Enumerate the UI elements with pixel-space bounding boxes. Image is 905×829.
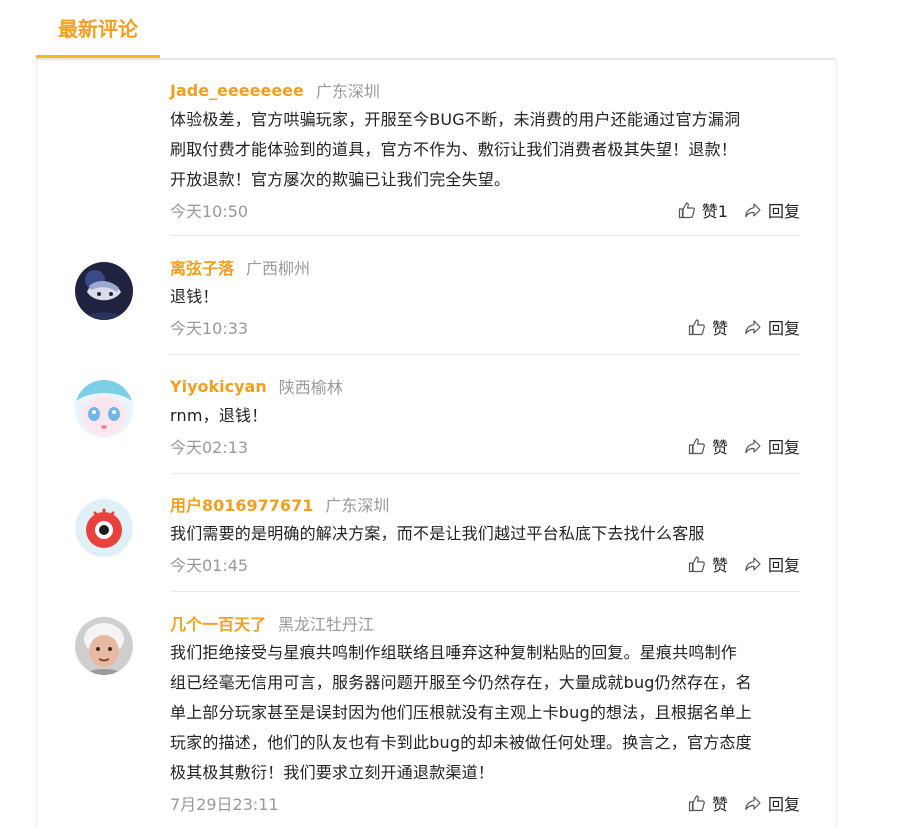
comment-item: 离弦子落 广西柳州 退钱！ 今天10:33 赞 回复 [75, 252, 800, 342]
like-label: 赞1 [701, 202, 728, 221]
divider [170, 235, 800, 236]
reply-arrow-icon [745, 439, 761, 454]
comment-time: 今天10:33 [170, 319, 249, 338]
comment-item: Jade_eeeeeeee 广东深圳 体验极差，官方哄骗玩家，开服至今BUG不断… [170, 75, 800, 225]
tab-latest-comments[interactable]: 最新评论 [36, 0, 160, 58]
comment-time: 今天01:45 [170, 556, 249, 575]
comment-location: 陕西榆林 [278, 378, 343, 397]
comment-location: 广西柳州 [246, 259, 311, 278]
comment-tabs: 最新评论 [36, 0, 835, 60]
reply-arrow-icon [745, 320, 761, 335]
reply-button[interactable]: 回复 [744, 434, 800, 458]
comment-username[interactable]: Jade_eeeeeeee [170, 81, 304, 100]
comment-text: 我们拒绝接受与星痕共鸣制作组联络且唾弃这种复制粘贴的回复。星痕共鸣制作 组已经毫… [170, 643, 752, 782]
avatar[interactable] [75, 262, 133, 320]
reply-label: 回复 [767, 556, 800, 575]
like-button[interactable]: 赞 [688, 315, 728, 339]
like-button[interactable]: 赞 [688, 552, 728, 576]
reply-label: 回复 [767, 202, 800, 221]
comment-time: 今天02:13 [170, 438, 249, 457]
comment-location: 广东深圳 [325, 496, 390, 515]
thumbs-up-icon [688, 319, 705, 336]
comment-location: 广东深圳 [315, 82, 380, 101]
comment-text: 体验极差，官方哄骗玩家，开服至今BUG不断，未消费的用户还能通过官方漏洞 刷取付… [170, 110, 741, 189]
thumbs-up-icon [688, 438, 705, 455]
comment-item: Yiyokicyan 陕西榆林 rnm，退钱！ 今天02:13 赞 回复 [75, 371, 800, 461]
comment-text: 我们需要的是明确的解决方案，而不是让我们越过平台私底下去找什么客服 [170, 524, 705, 543]
reply-arrow-icon [745, 203, 761, 218]
thumbs-up-icon [688, 556, 705, 573]
reply-button[interactable]: 回复 [744, 198, 800, 222]
reply-button[interactable]: 回复 [744, 315, 800, 339]
like-button[interactable]: 赞 [688, 434, 728, 458]
comment-list: Jade_eeeeeeee 广东深圳 体验极差，官方哄骗玩家，开服至今BUG不断… [36, 60, 837, 829]
comment-time: 今天10:50 [170, 202, 249, 221]
avatar[interactable] [75, 499, 133, 557]
comment-location: 黑龙江牡丹江 [278, 615, 375, 634]
comment-username[interactable]: Yiyokicyan [170, 377, 267, 396]
comment-username[interactable]: 几个一百天了 [170, 611, 266, 635]
like-label: 赞 [711, 319, 728, 338]
like-label: 赞 [711, 438, 728, 457]
thumbs-up-icon [688, 795, 705, 812]
reply-label: 回复 [767, 319, 800, 338]
divider [170, 591, 800, 592]
thumbs-up-icon [678, 202, 695, 219]
like-button[interactable]: 赞1 [678, 198, 728, 222]
reply-arrow-icon [745, 796, 761, 811]
like-label: 赞 [711, 795, 728, 814]
reply-button[interactable]: 回复 [744, 791, 800, 815]
reply-arrow-icon [745, 557, 761, 572]
reply-label: 回复 [767, 438, 800, 457]
comment-username[interactable]: 用户8016977671 [170, 492, 313, 516]
reply-button[interactable]: 回复 [744, 552, 800, 576]
like-button[interactable]: 赞 [688, 791, 728, 815]
comment-text: rnm，退钱！ [170, 406, 268, 425]
comment-time: 7月29日23:11 [170, 795, 279, 814]
reply-label: 回复 [767, 795, 800, 814]
like-label: 赞 [711, 556, 728, 575]
comment-username[interactable]: 离弦子落 [170, 255, 234, 279]
avatar[interactable] [75, 380, 133, 438]
divider [170, 354, 800, 355]
avatar[interactable] [75, 617, 133, 675]
comment-text: 退钱！ [170, 287, 219, 306]
comment-item: 用户8016977671 广东深圳 我们需要的是明确的解决方案，而不是让我们越过… [75, 489, 800, 579]
comment-item: 几个一百天了 黑龙江牡丹江 我们拒绝接受与星痕共鸣制作组联络且唾弃这种复制粘贴的… [75, 608, 800, 818]
divider [170, 473, 800, 474]
